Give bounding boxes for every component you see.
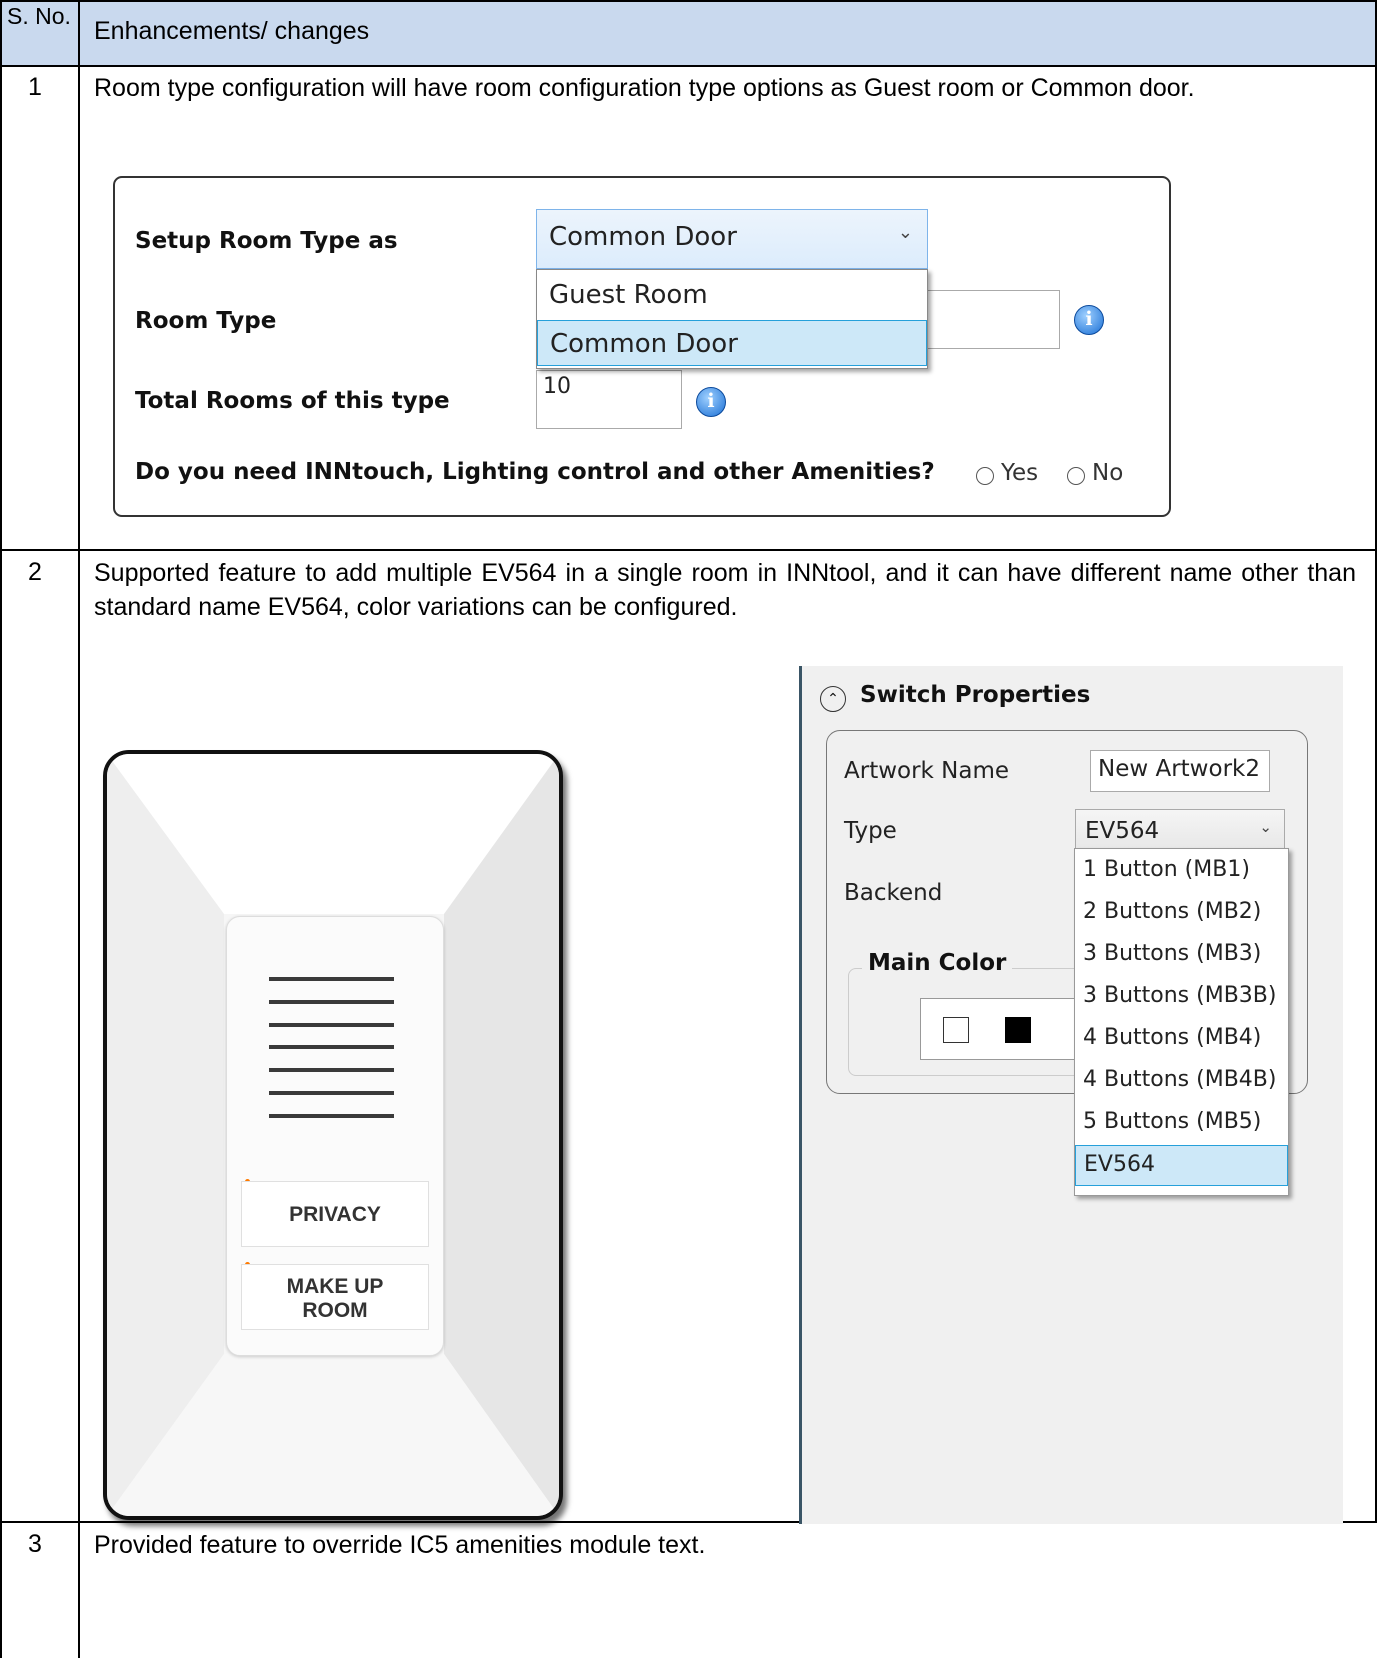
type-option[interactable]: 5 Buttons (MB5) — [1075, 1103, 1288, 1144]
setup-room-type-select[interactable]: Common Door ⌄ — [536, 209, 928, 269]
speaker-grille-line — [269, 1068, 394, 1072]
type-label: Type — [844, 818, 897, 844]
type-option[interactable]: 3 Buttons (MB3B) — [1075, 977, 1288, 1018]
total-rooms-info-icon[interactable]: i — [696, 387, 726, 417]
room-type-label: Room Type — [135, 308, 277, 334]
collapse-icon[interactable]: ⌃ — [820, 686, 846, 712]
header-changes: Enhancements/ changes — [94, 17, 370, 45]
switch-properties-panel: ⌃ Switch Properties Artwork Name New Art… — [799, 666, 1343, 1524]
setup-room-type-value: Common Door — [549, 222, 737, 252]
room-type-info-icon[interactable]: i — [1074, 305, 1104, 335]
type-option[interactable]: 4 Buttons (MB4) — [1075, 1019, 1288, 1060]
make-up-room-label-line2: ROOM — [302, 1299, 368, 1322]
row-2-description: Supported feature to add multiple EV564 … — [94, 559, 1356, 621]
speaker-grille-line — [269, 1023, 394, 1027]
chevron-down-icon: ⌄ — [897, 222, 913, 243]
black-color-swatch[interactable] — [1005, 1017, 1031, 1043]
switch-properties-title: Switch Properties — [860, 682, 1091, 708]
table-border-left — [0, 0, 2, 1658]
speaker-grille-line — [269, 1000, 394, 1004]
table-border-right — [1375, 0, 1377, 1523]
artwork-name-input[interactable]: New Artwork2 — [1090, 750, 1270, 792]
privacy-button: PRIVACY — [241, 1181, 429, 1247]
chevron-down-icon: ⌄ — [1259, 818, 1272, 836]
table-column-divider — [78, 0, 80, 1658]
type-dropdown-list: 1 Button (MB1) 2 Buttons (MB2) 3 Buttons… — [1074, 848, 1289, 1196]
ev564-device-image: PRIVACY MAKE UP ROOM — [103, 750, 563, 1520]
speaker-grille-line — [269, 1045, 394, 1049]
table-row-divider-1 — [0, 549, 1377, 551]
speaker-grille-line — [269, 1114, 394, 1118]
row-1-sno: 1 — [28, 73, 42, 101]
row-3-description: Provided feature to override IC5 ameniti… — [94, 1531, 706, 1559]
setup-room-type-label: Setup Room Type as — [135, 228, 398, 254]
table-row-divider-header — [0, 65, 1377, 67]
amenities-question: Do you need INNtouch, Lighting control a… — [135, 459, 935, 485]
dropdown-option-common-door[interactable]: Common Door — [537, 320, 927, 366]
make-up-room-button: MAKE UP ROOM — [241, 1264, 429, 1330]
type-select-value: EV564 — [1085, 818, 1160, 844]
white-color-swatch[interactable] — [943, 1017, 969, 1043]
speaker-grille-line — [269, 1091, 394, 1095]
no-radio-label: No — [1092, 460, 1124, 486]
type-option[interactable]: 3 Buttons (MB3) — [1075, 935, 1288, 976]
total-rooms-label: Total Rooms of this type — [135, 388, 450, 414]
device-faceplate: PRIVACY MAKE UP ROOM — [226, 916, 444, 1356]
backend-label: Backend — [844, 880, 943, 906]
table-border-top — [0, 0, 1377, 2]
row-1-description: Room type configuration will have room c… — [94, 74, 1195, 102]
type-option[interactable]: 1 Button (MB1) — [1075, 851, 1288, 892]
header-sno: S. No. — [7, 3, 71, 29]
total-rooms-value: 10 — [543, 374, 571, 399]
yes-radio-label: Yes — [1001, 460, 1039, 486]
artwork-name-label: Artwork Name — [844, 758, 1010, 784]
type-option[interactable]: 2 Buttons (MB2) — [1075, 893, 1288, 934]
speaker-grille-line — [269, 977, 394, 981]
no-radio[interactable] — [1067, 467, 1085, 485]
dropdown-option-guest-room[interactable]: Guest Room — [537, 272, 927, 318]
row-2-sno: 2 — [28, 558, 42, 586]
room-type-dropdown-list: Guest Room Common Door — [536, 269, 928, 369]
total-rooms-input[interactable]: 10 — [536, 370, 682, 429]
privacy-button-label: PRIVACY — [289, 1203, 381, 1226]
row-3-sno: 3 — [28, 1530, 42, 1558]
make-up-room-label-line1: MAKE UP — [286, 1275, 384, 1298]
type-option-selected[interactable]: EV564 — [1075, 1145, 1288, 1186]
yes-radio[interactable] — [976, 467, 994, 485]
main-color-swatches — [920, 998, 1100, 1060]
type-option[interactable]: 4 Buttons (MB4B) — [1075, 1061, 1288, 1102]
main-color-label: Main Color — [862, 950, 1013, 976]
